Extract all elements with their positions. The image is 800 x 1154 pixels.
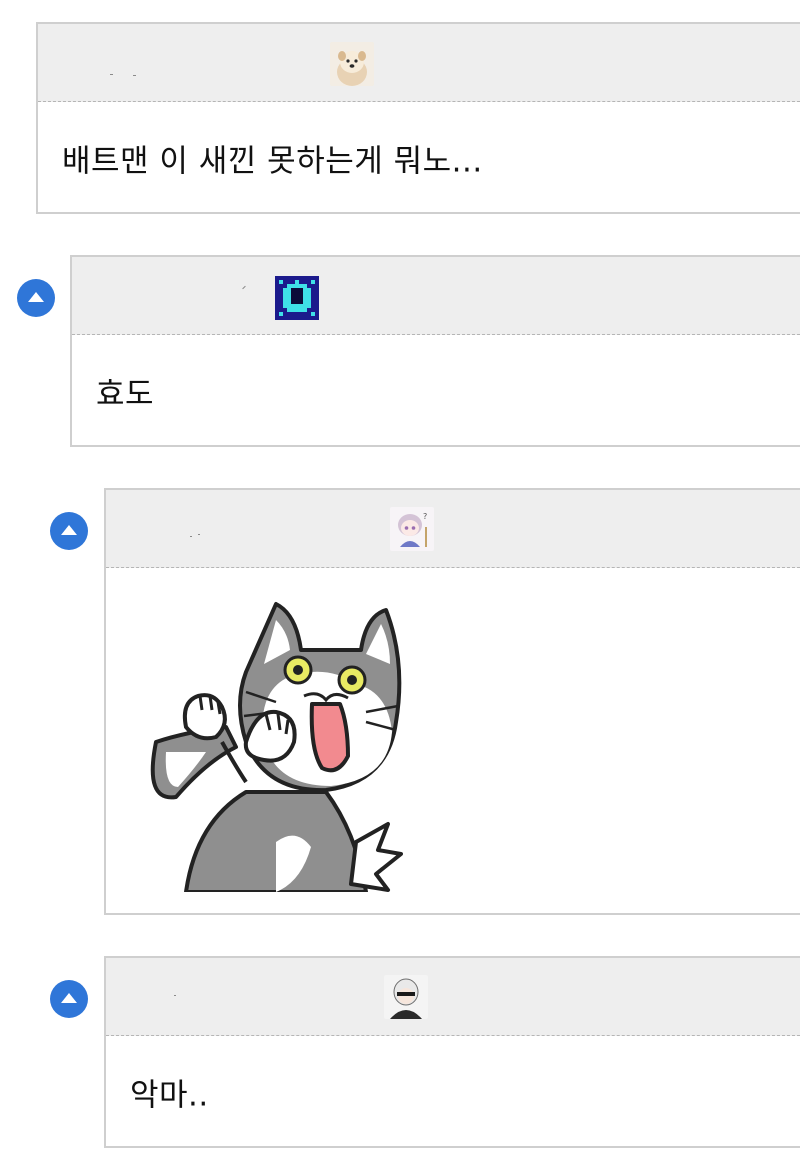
- comment-thread: 배트맨 이 새낀 못하는게 뭐노... 효도 ? 악마..: [0, 0, 800, 1154]
- puppy-avatar[interactable]: [330, 42, 374, 86]
- chevron-up-icon[interactable]: [50, 980, 88, 1018]
- comment-body: 효도: [72, 335, 800, 446]
- comment-text: 효도: [96, 376, 155, 412]
- comment-header: ?: [106, 490, 800, 568]
- chevron-up-icon[interactable]: [50, 512, 88, 550]
- comment-3: ?: [104, 488, 800, 915]
- comment-header: [38, 24, 800, 102]
- chevron-up-icon[interactable]: [17, 279, 55, 317]
- comment-1: 배트맨 이 새낀 못하는게 뭐노...: [36, 22, 800, 214]
- comment-header: [72, 257, 800, 335]
- comment-text: 악마..: [130, 1077, 209, 1113]
- surprised-cat-sticker[interactable]: [126, 592, 426, 894]
- anime-girl-avatar[interactable]: ?: [390, 507, 434, 551]
- comment-text: 배트맨 이 새낀 못하는게 뭐노...: [62, 143, 483, 179]
- comment-4: 악마..: [104, 956, 800, 1148]
- pixel-ghost-avatar[interactable]: [275, 276, 319, 320]
- svg-text:?: ?: [423, 512, 427, 521]
- comment-body: 배트맨 이 새낀 못하는게 뭐노...: [38, 102, 800, 213]
- android-girl-avatar[interactable]: [384, 975, 428, 1019]
- comment-2: 효도: [70, 255, 800, 447]
- comment-header: [106, 958, 800, 1036]
- comment-body: [106, 568, 800, 914]
- comment-body: 악마..: [106, 1036, 800, 1147]
